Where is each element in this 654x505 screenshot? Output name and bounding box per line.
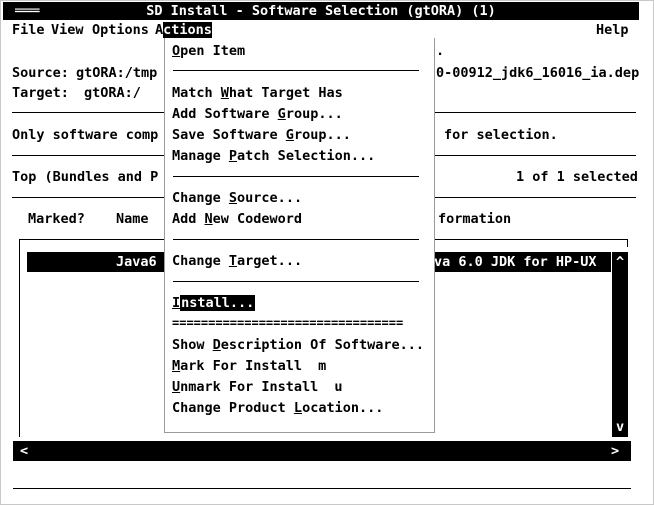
target-label: Target: [12, 85, 69, 101]
filter-note: Only software comp [12, 127, 159, 143]
source-label: Source: [12, 65, 69, 81]
divider [434, 112, 636, 113]
menu-double-separator: ================================ [172, 316, 404, 330]
divider [12, 112, 164, 113]
divider [434, 155, 636, 156]
window-title: SD Install - Software Selection (gtORA) … [146, 3, 496, 19]
source-value: gtORA:/tmp [76, 65, 158, 81]
bottom-divider [13, 488, 631, 489]
menu-item-change-product-location[interactable]: Change Product Location... [172, 399, 383, 417]
menu-help[interactable]: Help [596, 21, 629, 39]
menu-item-mark-for-install[interactable]: Mark For Install m [172, 357, 326, 375]
column-header-information[interactable]: formation [438, 210, 511, 228]
menu-actions[interactable]: Actions [155, 21, 212, 39]
menu-item-open-item[interactable]: Open Item [172, 42, 245, 60]
scroll-down-icon[interactable]: v [616, 418, 624, 436]
menu-item-add-software-group[interactable]: Add Software Group... [172, 105, 343, 123]
menu-separator [173, 239, 419, 240]
scroll-up-icon[interactable]: ^ [616, 253, 624, 271]
menu-item-install[interactable]: Install... [172, 294, 256, 312]
list-frame-left [19, 247, 20, 437]
menu-item-change-source[interactable]: Change Source... [172, 189, 302, 207]
menu-bar: File View Options Actions Help [3, 20, 639, 40]
info-line-tail: . [436, 43, 445, 59]
menu-separator [173, 281, 419, 282]
menu-separator [173, 70, 419, 71]
menu-item-unmark-for-install[interactable]: Unmark For Install u [172, 378, 342, 396]
menu-options[interactable]: Options [92, 21, 149, 39]
menu-view[interactable]: View [51, 21, 84, 39]
menu-item-save-software-group[interactable]: Save Software Group... [172, 126, 351, 144]
list-frame-right [627, 239, 628, 247]
title-bar: ═══ SD Install - Software Selection (gtO… [3, 2, 639, 20]
column-header-name[interactable]: Name [116, 210, 149, 228]
row-information: va 6.0 JDK for HP-UX [434, 254, 597, 270]
accelerator-key: m [318, 358, 327, 374]
vertical-scrollbar[interactable]: ^ v [612, 252, 628, 437]
horizontal-scrollbar[interactable]: < > [13, 441, 631, 461]
scroll-right-icon[interactable]: > [611, 442, 619, 460]
menu-item-add-codeword[interactable]: Add New Codeword [172, 210, 302, 228]
list-frame-top [19, 239, 164, 240]
list-frame-left [19, 239, 20, 247]
menu-item-match-target[interactable]: Match What Target Has [172, 84, 343, 102]
filter-note-tail: for selection. [444, 127, 558, 143]
scroll-left-icon[interactable]: < [20, 442, 28, 460]
menu-actions-mnemonic: A [155, 22, 164, 38]
list-frame-top [434, 239, 628, 240]
menu-item-change-target[interactable]: Change Target... [172, 252, 302, 270]
column-header-marked[interactable]: Marked? [28, 210, 85, 228]
divider [12, 155, 164, 156]
divider [12, 197, 164, 198]
level-breadcrumb: Top (Bundles and P [12, 169, 159, 185]
menu-file[interactable]: File [12, 21, 45, 39]
menu-separator [173, 176, 419, 177]
row-name: Java6 [116, 254, 157, 270]
menu-item-show-description[interactable]: Show Description Of Software... [172, 336, 424, 354]
menu-item-manage-patch[interactable]: Manage Patch Selection... [172, 147, 375, 165]
menu-actions-label: ctions [163, 22, 212, 38]
actions-menu: Open Item Match What Target Has Add Soft… [164, 38, 435, 433]
accelerator-key: u [334, 379, 343, 395]
selection-count: 1 of 1 selected [516, 169, 638, 185]
target-value: gtORA:/ [84, 85, 141, 101]
source-depot-tail: 0-00912_jdk6_16016_ia.dep [436, 65, 640, 81]
divider [434, 197, 636, 198]
